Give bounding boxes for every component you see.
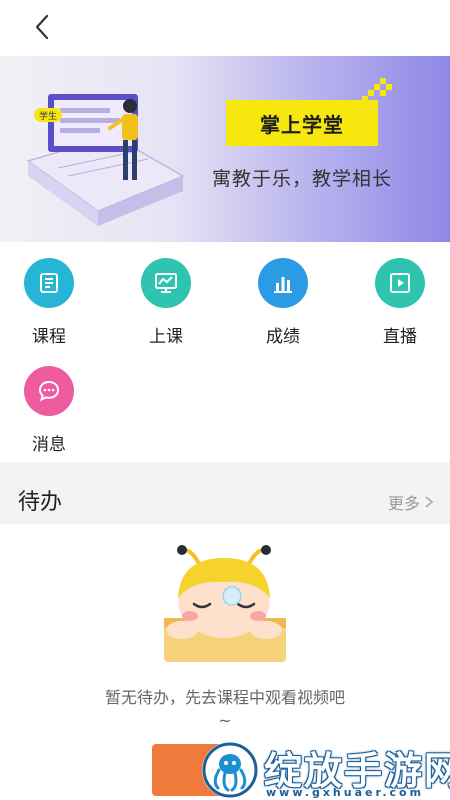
menu-item-label: 上课 [149, 327, 183, 347]
top-bar [0, 0, 450, 56]
banner-badge: 学生 [39, 110, 57, 122]
todo-section-header [0, 462, 450, 524]
hero-banner[interactable]: 学生 掌上学堂 [0, 56, 450, 242]
banner-title-box: 掌上学堂 [226, 100, 378, 146]
teacher-book-illustration: 学生 [26, 94, 185, 226]
menu-item-messages[interactable]: 消息 [4, 366, 94, 456]
menu-item-label: 直播 [383, 327, 417, 347]
presentation-board-icon [141, 258, 191, 308]
course-book-icon [24, 258, 74, 308]
back-button[interactable] [28, 12, 58, 42]
watermark-url: www.gxhuaer.com [266, 786, 425, 799]
banner-slogan: 寓教于乐，教学相长 [212, 168, 393, 190]
chevron-right-icon [425, 496, 434, 508]
bar-chart-icon [258, 258, 308, 308]
chat-bubble-icon [24, 366, 74, 416]
menu-item-course[interactable]: 课程 [4, 258, 94, 348]
menu-item-label: 课程 [32, 327, 66, 347]
empty-state-text: 暂无待办，先去课程中观看视频吧~ [105, 688, 346, 730]
play-video-icon [375, 258, 425, 308]
sleeping-baby-illustration [164, 545, 286, 662]
menu-item-label: 成绩 [266, 327, 300, 347]
watermark: 绽放手游网 www.gxhuaer.com [198, 738, 450, 800]
menu-item-grades[interactable]: 成绩 [238, 258, 328, 348]
chevron-left-icon [35, 14, 49, 40]
more-label: 更多 [387, 494, 420, 513]
todo-title: 待办 [18, 490, 63, 515]
banner-title: 掌上学堂 [260, 112, 344, 137]
menu-item-class[interactable]: 上课 [121, 258, 211, 348]
menu-item-label: 消息 [32, 435, 66, 455]
more-link[interactable]: 更多 [388, 490, 434, 514]
octopus-logo-icon [202, 742, 258, 798]
menu-item-live[interactable]: 直播 [355, 258, 445, 348]
